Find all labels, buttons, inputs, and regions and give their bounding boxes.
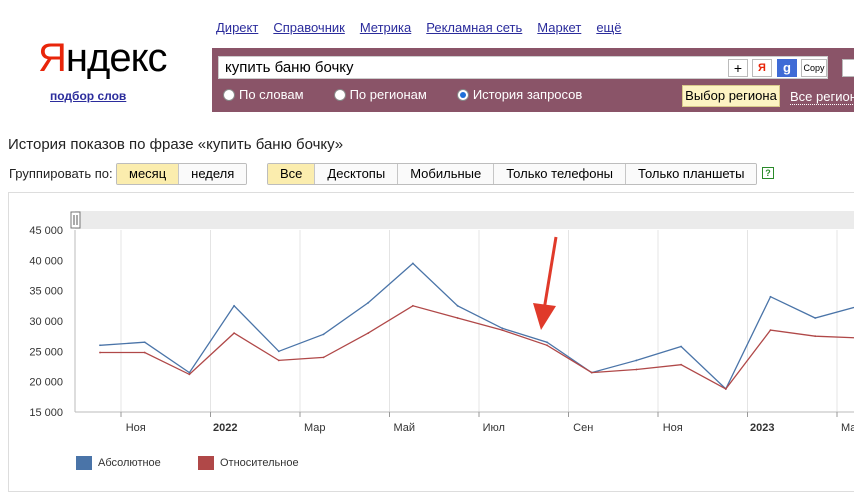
data-point	[769, 295, 772, 298]
data-point	[143, 351, 146, 354]
y-tick-label: 15 000	[29, 407, 63, 419]
x-tick-label: Ноя	[663, 422, 683, 434]
data-point	[546, 341, 548, 344]
legend-label: Абсолютное	[98, 457, 161, 469]
legend-relative[interactable]: Относительное	[198, 456, 299, 470]
y-tick-label: 20 000	[29, 377, 63, 389]
x-tick-label: Июл	[483, 422, 505, 434]
legend-label: Относительное	[220, 457, 299, 469]
data-point	[635, 368, 638, 371]
x-tick-label: 2023	[750, 422, 774, 434]
arrow-head-icon	[533, 303, 556, 330]
data-point	[99, 351, 101, 354]
data-point	[412, 304, 414, 307]
legend-absolute[interactable]: Абсолютное	[76, 456, 161, 470]
data-point	[680, 363, 682, 366]
data-point	[814, 317, 817, 319]
data-point	[233, 332, 236, 335]
data-point	[143, 341, 146, 344]
arrow-shaft	[542, 236, 558, 311]
data-point	[635, 359, 638, 362]
x-tick-label: Май	[393, 422, 415, 434]
data-point	[322, 356, 325, 359]
y-tick-label: 45 000	[29, 225, 63, 237]
navigator-handle-icon	[70, 211, 81, 229]
chart-navigator	[75, 211, 854, 229]
y-tick-label: 40 000	[29, 255, 63, 267]
x-tick-label: 2022	[213, 422, 237, 434]
x-tick-label: Мар	[841, 422, 854, 434]
legend-swatch-absolute	[76, 456, 92, 470]
data-point	[769, 329, 772, 331]
data-point	[233, 304, 236, 307]
x-tick-label: Ноя	[126, 422, 146, 434]
data-point	[724, 388, 727, 390]
data-point	[188, 373, 191, 376]
data-point	[590, 371, 593, 374]
data-point	[277, 359, 280, 362]
data-point	[814, 335, 817, 338]
data-point	[456, 304, 459, 307]
history-chart: 45 000 40 000 35 000 30 000 25 000 20 000 15 0…	[29, 211, 854, 434]
data-point	[99, 344, 101, 347]
x-tick-label: Сен	[573, 422, 593, 434]
data-point	[277, 350, 280, 353]
legend-swatch-relative	[198, 456, 214, 470]
series-line-relative	[100, 305, 854, 390]
data-point	[322, 333, 325, 336]
data-point	[412, 262, 414, 265]
data-point	[680, 345, 682, 348]
data-point	[501, 327, 504, 330]
data-point	[501, 329, 504, 331]
y-tick-label: 25 000	[29, 346, 63, 358]
x-tick-label: Мар	[304, 422, 326, 434]
data-point	[367, 332, 370, 335]
data-point	[546, 344, 548, 347]
data-point	[456, 317, 459, 319]
y-tick-label: 30 000	[29, 316, 63, 328]
y-tick-label: 35 000	[29, 286, 63, 298]
data-point	[367, 301, 370, 304]
